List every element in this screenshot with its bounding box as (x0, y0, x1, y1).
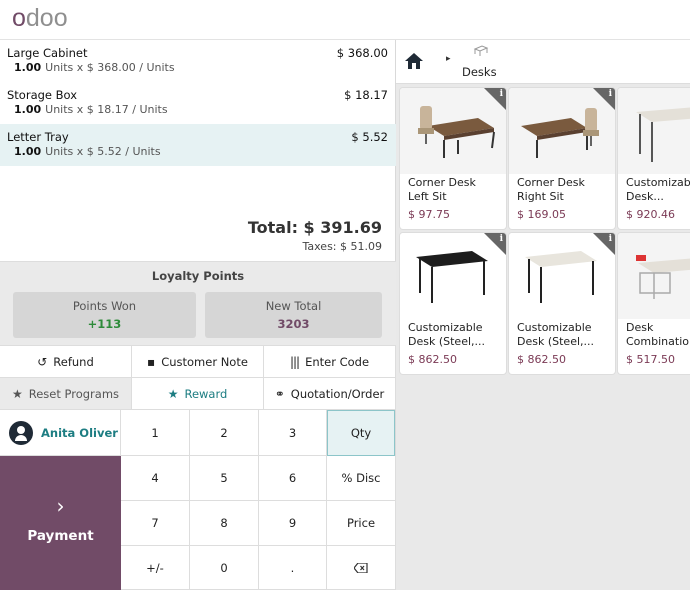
chevron-right-icon: › (56, 494, 65, 518)
order-taxes: Taxes: $ 51.09 (302, 240, 383, 253)
desk-category-icon (473, 45, 489, 56)
payment-button[interactable]: › Payment (0, 456, 121, 590)
product-card[interactable]: i Customizable Desk (Steel,... $ 862.50 (400, 233, 506, 374)
numpad-price-button[interactable]: Price (327, 501, 396, 546)
info-icon: i (499, 234, 503, 244)
order-line-detail: 1.00 Units x $ 368.00 / Units (14, 61, 175, 74)
info-icon: i (608, 234, 612, 244)
order-line[interactable]: Large Cabinet $ 368.00 1.00 Units x $ 368… (0, 40, 396, 82)
product-price: $ 97.75 (408, 208, 450, 221)
enter-code-button[interactable]: ||| Enter Code (264, 346, 396, 378)
loyalty-title: Loyalty Points (151, 269, 245, 283)
numpad-key-0[interactable]: 0 (190, 546, 259, 590)
product-image (618, 88, 690, 174)
barcode-icon: ||| (289, 354, 300, 369)
numpad-key-2[interactable]: 2 (190, 410, 259, 456)
product-name: Customizable Desk (Steel,... (408, 321, 485, 348)
product-price: $ 517.50 (626, 353, 675, 366)
payment-label: Payment (27, 528, 94, 544)
new-total-box: New Total 3203 (205, 292, 382, 338)
numpad-plusminus-button[interactable]: +/- (121, 546, 190, 590)
note-icon: ▪ (147, 354, 156, 369)
customer-name: Anita Oliver (41, 425, 118, 440)
order-line-price: $ 368.00 (336, 46, 388, 60)
quotation-order-button[interactable]: ⚭ Quotation/Order (264, 378, 396, 410)
product-name: Desk Combinatio (626, 321, 689, 348)
avatar (9, 420, 33, 445)
order-panel: Large Cabinet $ 368.00 1.00 Units x $ 368… (0, 40, 396, 590)
backspace-icon (354, 562, 368, 573)
numpad-key-7[interactable]: 7 (121, 501, 190, 546)
points-won-value: +113 (87, 317, 122, 331)
new-total-label: New Total (265, 299, 322, 313)
new-total-value: 3203 (277, 317, 310, 331)
numpad-key-6[interactable]: 6 (259, 456, 327, 501)
order-line[interactable]: Storage Box $ 18.17 1.00 Units x $ 18.17 … (0, 82, 396, 124)
breadcrumb: ▸ Desks (396, 40, 690, 84)
odoo-logo[interactable]: odoo (12, 4, 68, 33)
points-won-label: Points Won (72, 299, 137, 313)
numpad-key-5[interactable]: 5 (190, 456, 259, 501)
product-name: Corner Desk Right Sit (517, 176, 585, 203)
product-image (618, 233, 690, 319)
product-card[interactable]: Desk Combinatio $ 517.50 (618, 233, 690, 374)
order-line-selected[interactable]: Letter Tray $ 5.52 1.00 Units x $ 5.52 / … (0, 124, 396, 166)
product-price: $ 920.46 (626, 208, 675, 221)
star-icon: ★ (167, 386, 179, 401)
product-card[interactable]: Customizab Desk... $ 920.46 (618, 88, 690, 229)
breadcrumb-category[interactable]: Desks (462, 65, 497, 79)
product-card[interactable]: i Customizable Desk (Steel,... $ 862.50 (509, 233, 615, 374)
info-icon: i (499, 89, 503, 99)
numpad-qty-button[interactable]: Qty (327, 410, 395, 456)
order-line-name: Large Cabinet (7, 46, 88, 60)
product-name: Corner Desk Left Sit (408, 176, 476, 203)
product-name: Customizab Desk... (626, 176, 690, 203)
order-line-price: $ 18.17 (344, 88, 388, 102)
link-icon: ⚭ (274, 386, 285, 401)
numpad-key-9[interactable]: 9 (259, 501, 327, 546)
points-won-box: Points Won +113 (13, 292, 196, 338)
numpad-key-8[interactable]: 8 (190, 501, 259, 546)
order-total: Total: $ 391.69 (247, 218, 382, 237)
customer-note-button[interactable]: ▪ Customer Note (132, 346, 264, 378)
product-name: Customizable Desk (Steel,... (517, 321, 594, 348)
product-card[interactable]: i Corner Desk Left Sit $ 97.75 (400, 88, 506, 229)
home-icon[interactable] (404, 52, 424, 70)
top-bar: odoo (0, 0, 690, 40)
loyalty-points-panel: Loyalty Points Points Won +113 New Total… (0, 262, 396, 346)
reward-button[interactable]: ★ Reward (132, 378, 264, 410)
numpad-key-3[interactable]: 3 (259, 410, 327, 456)
numpad-dot-button[interactable]: . (259, 546, 327, 590)
product-price: $ 862.50 (517, 353, 566, 366)
order-line-detail: 1.00 Units x $ 5.52 / Units (14, 145, 161, 158)
order-line-price: $ 5.52 (351, 130, 388, 144)
product-price: $ 862.50 (408, 353, 457, 366)
order-line-name: Storage Box (7, 88, 78, 102)
star-icon: ★ (11, 386, 23, 401)
customer-button[interactable]: Anita Oliver (0, 410, 121, 456)
order-totals: Total: $ 391.69 Taxes: $ 51.09 (0, 212, 396, 262)
numpad-key-4[interactable]: 4 (121, 456, 190, 501)
undo-icon: ↺ (37, 354, 48, 369)
info-icon: i (608, 89, 612, 99)
numpad-disc-button[interactable]: % Disc (327, 456, 396, 501)
order-line-name: Letter Tray (7, 130, 69, 144)
product-card[interactable]: i Corner Desk Right Sit $ 169.05 (509, 88, 615, 229)
reset-programs-button[interactable]: ★ Reset Programs (0, 378, 132, 410)
product-panel: ▸ Desks i Corner Desk Left Sit $ 97.75 i… (396, 40, 690, 590)
numpad-backspace-button[interactable] (327, 546, 396, 590)
chevron-right-icon: ▸ (446, 54, 451, 64)
product-price: $ 169.05 (517, 208, 566, 221)
order-line-detail: 1.00 Units x $ 18.17 / Units (14, 103, 168, 116)
refund-button[interactable]: ↺ Refund (0, 346, 132, 378)
numpad-key-1[interactable]: 1 (121, 410, 190, 456)
